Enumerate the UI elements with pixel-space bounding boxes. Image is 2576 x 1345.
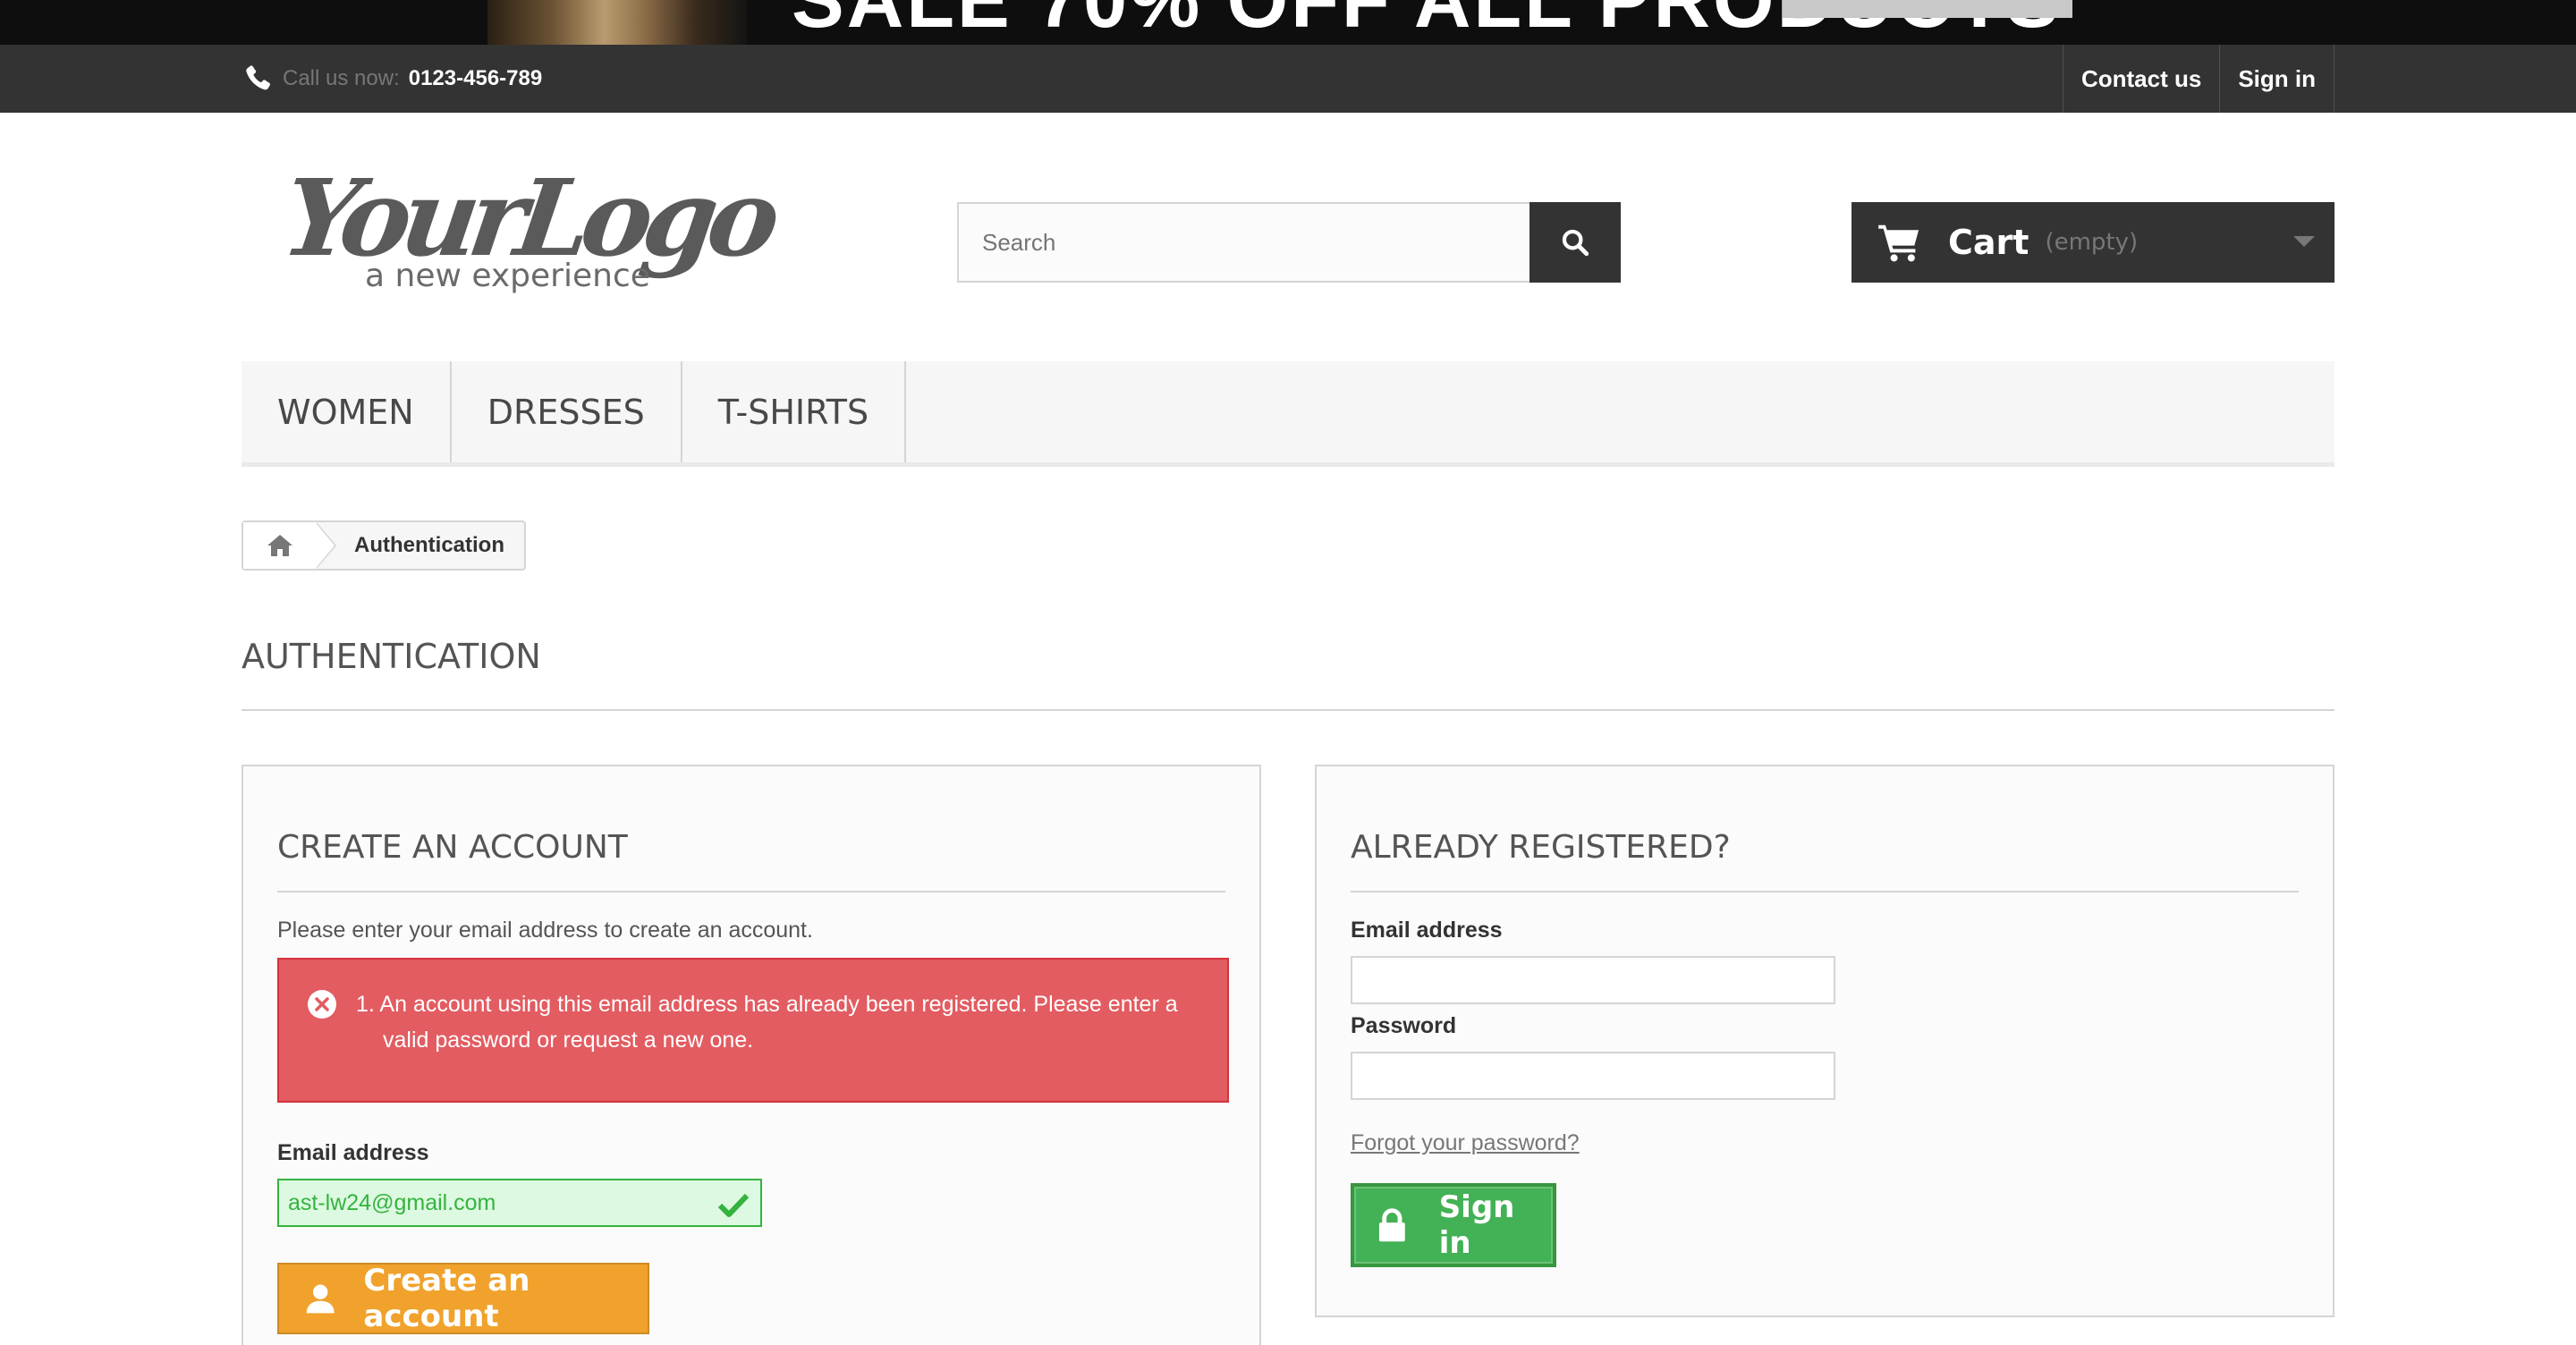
- error-list: 1. An account using this email address h…: [356, 986, 1200, 1101]
- cart-label: Cart: [1948, 223, 2029, 262]
- home-icon: [267, 535, 292, 556]
- create-account-intro: Please enter your email address to creat…: [277, 918, 813, 943]
- site-logo[interactable]: YourLogo a new experience: [286, 152, 796, 304]
- login-email-field[interactable]: [1351, 956, 1835, 1004]
- cart-status: (empty): [2045, 229, 2139, 256]
- error-icon: [308, 990, 336, 1019]
- breadcrumb-home[interactable]: [243, 522, 336, 569]
- sign-in-button-label: Sign in: [1438, 1189, 1515, 1261]
- search-bar: [957, 202, 1621, 283]
- search-button[interactable]: [1530, 202, 1621, 283]
- password-label: Password: [1351, 1013, 1457, 1038]
- check-icon: [717, 1193, 750, 1217]
- menu-item-women[interactable]: WOMEN: [242, 361, 452, 462]
- create-email-label: Email address: [277, 1140, 429, 1165]
- search-input[interactable]: [957, 202, 1530, 283]
- forgot-password-link[interactable]: Forgot your password?: [1351, 1130, 2299, 1156]
- create-account-button-label: Create an account: [363, 1263, 530, 1334]
- call-us: Call us now: 0123-456-789: [242, 45, 542, 113]
- password-field[interactable]: [1351, 1052, 1835, 1100]
- contact-us-link[interactable]: Contact us: [2063, 45, 2221, 113]
- chevron-down-icon: [2293, 236, 2315, 247]
- promo-banner[interactable]: SALE 70% OFF ALL PRODUCTS: [0, 0, 2576, 45]
- menu-item-dresses[interactable]: DRESSES: [452, 361, 682, 462]
- cart-icon: [1878, 224, 1919, 262]
- cart-button[interactable]: Cart (empty): [1852, 202, 2334, 283]
- menu-item-t-shirts[interactable]: T-SHIRTS: [682, 361, 907, 462]
- create-account-panel: CREATE AN ACCOUNT Please enter your emai…: [242, 765, 1261, 1345]
- create-email-field[interactable]: ast-lw24@gmail.com: [277, 1179, 762, 1227]
- already-registered-heading: ALREADY REGISTERED?: [1351, 829, 2299, 892]
- create-email-value: ast-lw24@gmail.com: [288, 1189, 496, 1215]
- sign-in-button[interactable]: Sign in: [1351, 1183, 1556, 1267]
- phone-number: 0123-456-789: [408, 66, 543, 90]
- user-icon: [306, 1284, 335, 1314]
- already-registered-panel: ALREADY REGISTERED? Email address Passwo…: [1315, 765, 2334, 1317]
- login-email-label: Email address: [1351, 918, 1503, 943]
- error-message: 1. An account using this email address h…: [356, 992, 1178, 1053]
- page-title: AUTHENTICATION: [242, 637, 541, 676]
- logo-tagline: a new experience: [365, 258, 650, 294]
- main-menu: WOMEN DRESSES T-SHIRTS: [242, 361, 2334, 467]
- lock-icon: [1378, 1208, 1405, 1242]
- banner-shop-button[interactable]: [1783, 0, 2072, 18]
- create-account-heading: CREATE AN ACCOUNT: [277, 829, 1225, 892]
- breadcrumb: Authentication: [242, 520, 526, 571]
- banner-photo: [487, 0, 747, 45]
- phone-icon: [246, 65, 270, 90]
- breadcrumb-separator-inner: [317, 524, 335, 567]
- error-alert: 1. An account using this email address h…: [277, 958, 1229, 1103]
- top-nav-links: Contact us Sign in: [2062, 45, 2334, 113]
- search-icon: [1562, 229, 1589, 257]
- sign-in-link[interactable]: Sign in: [2220, 45, 2334, 113]
- breadcrumb-current: Authentication: [354, 533, 504, 557]
- create-account-button[interactable]: Create an account: [277, 1263, 649, 1334]
- call-label: Call us now:: [283, 66, 400, 90]
- title-divider: [242, 709, 2334, 711]
